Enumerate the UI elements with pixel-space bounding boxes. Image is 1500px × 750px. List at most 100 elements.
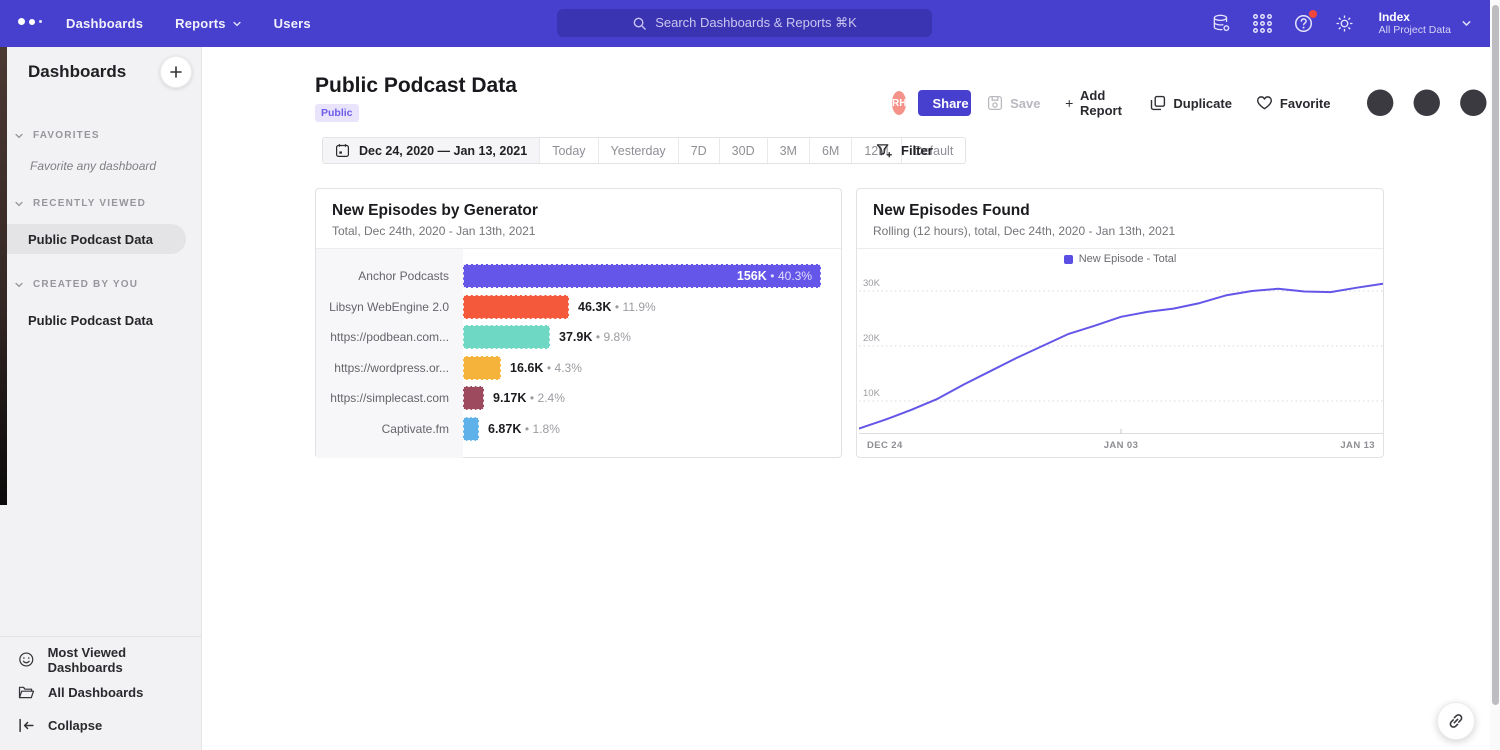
date-range-value: Dec 24, 2020 — Jan 13, 2021 <box>359 144 527 158</box>
apps-grid-icon[interactable] <box>1252 13 1273 34</box>
bar-segment[interactable] <box>463 386 484 410</box>
bar-row: Libsyn WebEngine 2.0 46.3K • 11.9% <box>316 295 843 319</box>
bar-chart-subtitle: Total, Dec 24th, 2020 - Jan 13th, 2021 <box>332 224 825 238</box>
footer-item-label: Most Viewed Dashboards <box>48 645 201 675</box>
search-icon <box>632 16 647 31</box>
chevron-down-icon <box>232 19 242 29</box>
legend-label: New Episode - Total <box>1079 253 1177 265</box>
link-icon <box>1447 712 1465 730</box>
sidebar-section-created-by-you[interactable]: CREATED BY YOU <box>14 279 201 290</box>
bar-value-label: 6.87K • 1.8% <box>488 417 560 441</box>
svg-text:20K: 20K <box>863 333 881 344</box>
add-dashboard-button[interactable] <box>160 56 192 88</box>
sidebar-item-label: Public Podcast Data <box>28 313 153 328</box>
sidebar-footer-most-viewed-dashboards[interactable]: Most Viewed Dashboards <box>0 643 201 676</box>
bar-category-label: Anchor Podcasts <box>316 264 449 288</box>
nav-right: Index All Project Data <box>1211 0 1472 47</box>
chevron-down-icon <box>1461 18 1472 29</box>
bar-category-label: https://podbean.com... <box>316 325 449 349</box>
filter-icon <box>876 143 893 159</box>
date-preset-6m[interactable]: 6M <box>809 138 851 163</box>
nav-item-dashboards[interactable]: Dashboards <box>66 16 143 31</box>
sidebar-footer: Most Viewed Dashboards All Dashboards Coll… <box>0 636 201 742</box>
favorite-button[interactable]: Favorite <box>1256 95 1331 111</box>
bar-value-label: 46.3K • 11.9% <box>578 295 656 319</box>
heart-icon <box>1256 95 1273 111</box>
smiley-icon <box>18 651 35 668</box>
search-input[interactable]: Search Dashboards & Reports ⌘K <box>557 9 932 37</box>
app-canvas: Dashboards Reports Users Search Dashboards… <box>0 0 1500 750</box>
share-button-label[interactable]: Share <box>918 90 971 116</box>
calendar-icon <box>335 143 350 158</box>
save-button[interactable]: Save <box>987 95 1040 111</box>
bar-chart-title: New Episodes by Generator <box>332 202 825 220</box>
bar-segment[interactable] <box>463 356 501 380</box>
date-range-control: Dec 24, 2020 — Jan 13, 2021 TodayYesterd… <box>322 137 966 164</box>
date-preset-30d[interactable]: 30D <box>719 138 767 163</box>
bar-category-label: https://wordpress.or... <box>316 356 449 380</box>
date-preset-3m[interactable]: 3M <box>767 138 809 163</box>
bar-row: https://simplecast.com 9.17K • 2.4% <box>316 386 843 410</box>
app-logo-icon[interactable] <box>18 18 42 25</box>
chevron-down-icon <box>14 199 24 209</box>
sidebar-item-public-podcast-data[interactable]: Public Podcast Data <box>0 224 186 254</box>
bar-row: Captivate.fm 6.87K • 1.8% <box>316 417 843 441</box>
bar-segment[interactable] <box>463 417 479 441</box>
date-preset-yesterday[interactable]: Yesterday <box>598 138 678 163</box>
help-icon[interactable] <box>1293 13 1314 34</box>
save-icon <box>987 95 1003 111</box>
sidebar-section-favorites[interactable]: FAVORITES <box>14 130 201 141</box>
sidebar: Dashboards FAVORITESFavorite any dashboa… <box>0 47 202 750</box>
duplicate-button[interactable]: Duplicate <box>1150 95 1232 111</box>
share-link-floating-button[interactable] <box>1437 702 1475 740</box>
bar-category-label: Libsyn WebEngine 2.0 <box>316 295 449 319</box>
sidebar-item-public-podcast-data[interactable]: Public Podcast Data <box>0 305 201 335</box>
scrollbar-thumb[interactable] <box>1492 5 1499 705</box>
chart-legend: New Episode - Total <box>857 253 1383 265</box>
plus-icon <box>169 65 183 79</box>
x-axis-tick-label: DEC 24 <box>867 440 903 451</box>
bar-value-label: 9.17K • 2.4% <box>493 386 565 410</box>
section-label: FAVORITES <box>33 130 100 141</box>
svg-text:30K: 30K <box>863 278 881 289</box>
scrollbar-track[interactable] <box>1490 0 1500 750</box>
plus-icon <box>1065 97 1074 110</box>
add-report-button[interactable]: Add Report <box>1065 88 1127 118</box>
collapse-icon <box>18 717 35 734</box>
sidebar-footer-collapse[interactable]: Collapse <box>0 709 201 742</box>
bar-category-label: https://simplecast.com <box>316 386 449 410</box>
line-plot-area[interactable]: 10K 20K 30K <box>859 266 1383 434</box>
nav-item-users[interactable]: Users <box>274 16 311 31</box>
more-options-button[interactable] <box>1353 29 1500 177</box>
bar-segment[interactable] <box>463 325 550 349</box>
section-label: CREATED BY YOU <box>33 279 138 290</box>
bar-value-label: 37.9K • 9.8% <box>559 325 631 349</box>
date-preset-today[interactable]: Today <box>539 138 597 163</box>
nav-item-label: Dashboards <box>66 16 143 31</box>
notification-badge <box>1309 10 1317 18</box>
nav-item-label: Reports <box>175 16 226 31</box>
avatar[interactable]: RH <box>892 91 906 115</box>
footer-item-label: Collapse <box>48 718 102 733</box>
project-subtitle: All Project Data <box>1379 24 1451 37</box>
nav-item-reports[interactable]: Reports <box>175 16 242 31</box>
sidebar-footer-all-dashboards[interactable]: All Dashboards <box>0 676 201 709</box>
date-preset-7d[interactable]: 7D <box>678 138 719 163</box>
line-series <box>859 284 1383 429</box>
x-axis-tick-label: JAN 03 <box>1104 440 1139 451</box>
bar-row: https://wordpress.or...16.6K • 4.3% <box>316 356 843 380</box>
sidebar-section-recently-viewed[interactable]: RECENTLY VIEWED <box>14 198 201 209</box>
bar-segment[interactable] <box>463 295 569 319</box>
filter-button[interactable]: Filter <box>876 137 933 164</box>
settings-icon[interactable] <box>1334 13 1355 34</box>
date-range-picker[interactable]: Dec 24, 2020 — Jan 13, 2021 <box>323 138 539 163</box>
footer-item-label: All Dashboards <box>48 685 143 700</box>
svg-text:10K: 10K <box>863 388 881 399</box>
data-source-icon[interactable] <box>1211 13 1232 34</box>
share-button[interactable]: Share <box>918 90 971 116</box>
dashboard-actions: RH Share Save Add Report Duplicate Favor… <box>892 90 1500 116</box>
line-chart-title: New Episodes Found <box>873 202 1367 220</box>
project-selector[interactable]: Index All Project Data <box>1379 10 1472 37</box>
line-chart-card: New Episodes Found Rolling (12 hours), t… <box>856 188 1384 458</box>
bar-category-label: Captivate.fm <box>316 417 449 441</box>
